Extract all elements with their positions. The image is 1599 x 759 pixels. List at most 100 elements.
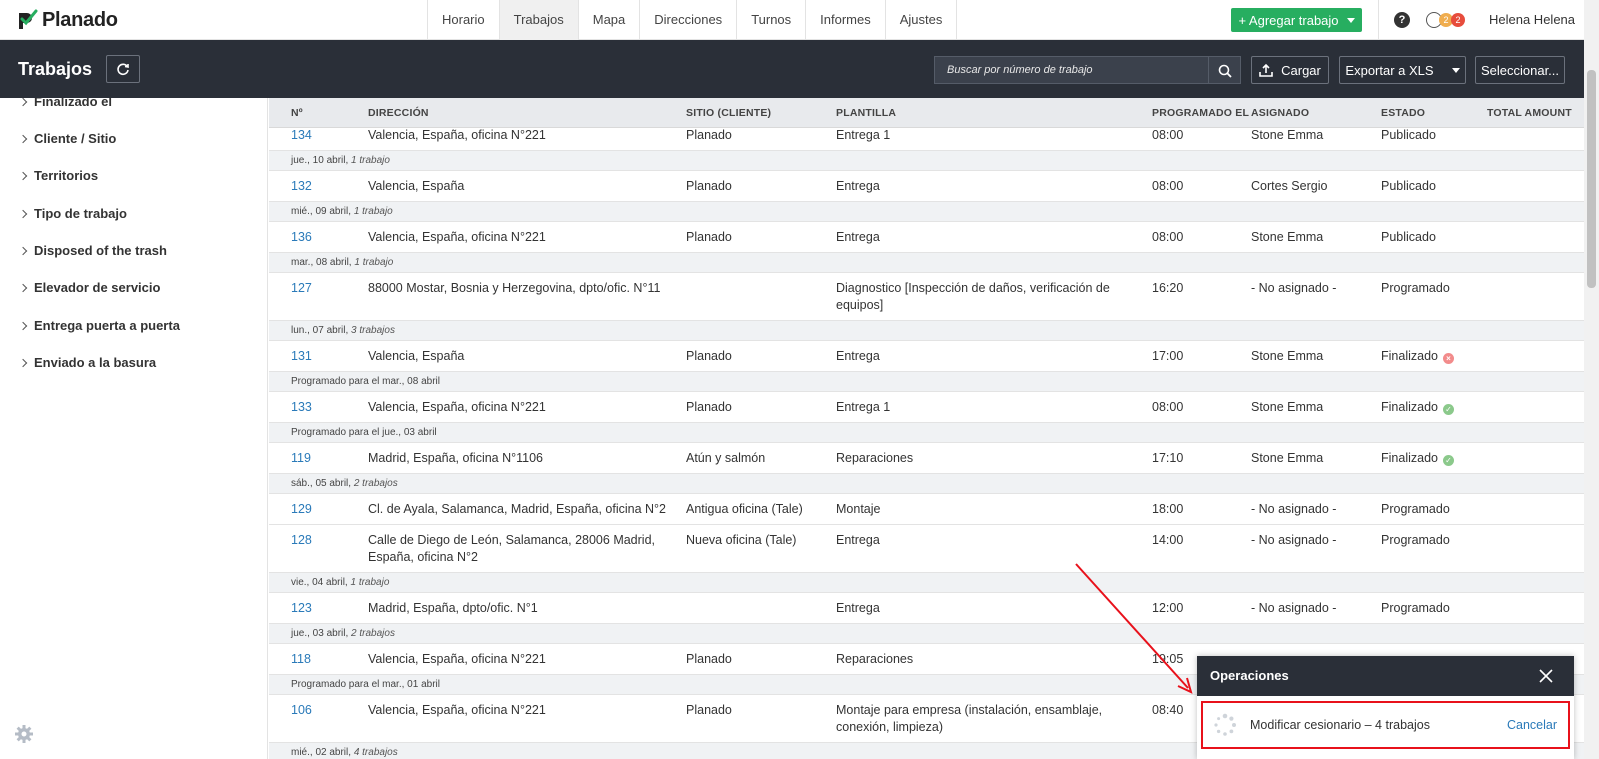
column-header[interactable]: ASIGNADO xyxy=(1251,98,1309,128)
tab-ajustes[interactable]: Ajustes xyxy=(886,0,958,40)
column-header[interactable]: PLANTILLA xyxy=(836,98,896,128)
site-cell-text: Planado xyxy=(686,400,732,414)
template-cell: Entrega xyxy=(836,178,1136,195)
page-scrollbar[interactable] xyxy=(1584,0,1599,759)
logo-icon xyxy=(19,9,38,29)
assignee-cell: Stone Emma xyxy=(1251,399,1371,416)
time-cell-text: 08:00 xyxy=(1152,179,1184,193)
address-cell-text: Cl. de Ayala, Salamanca, Madrid, España,… xyxy=(368,502,666,516)
scrollbar-thumb[interactable] xyxy=(1587,70,1596,288)
column-header[interactable]: SITIO (CLIENTE) xyxy=(686,98,771,128)
tab-turnos[interactable]: Turnos xyxy=(737,0,807,40)
job-number-link[interactable]: 129 xyxy=(291,501,361,518)
time-cell: 18:00 xyxy=(1152,501,1242,518)
user-menu[interactable]: Helena Helena xyxy=(1489,0,1575,40)
close-icon[interactable] xyxy=(1538,668,1554,684)
time-cell: 17:00 xyxy=(1152,348,1242,365)
refresh-button[interactable] xyxy=(106,55,140,83)
search-button[interactable] xyxy=(1209,56,1241,84)
gear-icon[interactable] xyxy=(14,724,34,744)
table-row[interactable]: 136 Valencia, España, oficina N°221 Planad… xyxy=(269,222,1584,253)
site-cell-text: Planado xyxy=(686,230,732,244)
table-row[interactable]: 134 Valencia, España, oficina N°221 Planad… xyxy=(269,128,1584,151)
chevron-down-icon xyxy=(1451,67,1460,73)
assignee-cell-text: Stone Emma xyxy=(1251,349,1324,363)
template-cell: Entrega xyxy=(836,600,1136,617)
column-header[interactable]: ESTADO xyxy=(1381,98,1425,128)
scheduled-note-row: Programado para el jue., 03 abril xyxy=(269,423,1584,443)
job-number-link[interactable]: 106 xyxy=(291,702,361,719)
sidebar-filter-item[interactable]: Territorios xyxy=(18,166,98,186)
job-number-link[interactable]: 134 xyxy=(291,128,361,144)
sidebar-filter-item[interactable]: Tipo de trabajo xyxy=(18,204,127,224)
status-cell-text: Programado xyxy=(1381,533,1450,547)
assignee-cell-text: - No asignado - xyxy=(1251,281,1337,295)
template-cell: Entrega xyxy=(836,229,1136,246)
template-cell: Reparaciones xyxy=(836,450,1136,467)
date-group-label: lun., 07 abril, 3 trabajos xyxy=(291,321,395,340)
template-cell-text: Montaje xyxy=(836,502,881,516)
sidebar-filter-item[interactable]: Finalizado el xyxy=(18,98,112,112)
assignee-cell-text: Cortes Sergio xyxy=(1251,179,1328,193)
job-number-link[interactable]: 131 xyxy=(291,348,361,365)
tab-direcciones[interactable]: Direcciones xyxy=(640,0,738,40)
tab-horario[interactable]: Horario xyxy=(428,0,500,40)
notifications-icon[interactable]: 2 2 xyxy=(1426,12,1468,28)
status-cell-text: Finalizado xyxy=(1381,349,1438,363)
job-number-link[interactable]: 123 xyxy=(291,600,361,617)
group-count: 1 trabajo xyxy=(354,257,394,268)
tab-mapa[interactable]: Mapa xyxy=(579,0,641,40)
group-date: sáb., 05 abril, xyxy=(291,478,352,489)
job-number-link[interactable]: 136 xyxy=(291,229,361,246)
address-cell: Valencia, España, oficina N°221 xyxy=(368,651,668,668)
column-header[interactable]: DIRECCIÓN xyxy=(368,98,429,128)
group-count: 3 trabajos xyxy=(351,325,395,336)
job-number-link[interactable]: 133 xyxy=(291,399,361,416)
column-header[interactable]: TOTAL AMOUNT xyxy=(1487,98,1572,128)
job-number-link[interactable]: 118 xyxy=(291,651,361,668)
planado-logo[interactable]: Planado xyxy=(16,8,118,32)
site-cell: Antigua oficina (Tale) xyxy=(686,501,826,518)
sidebar-filter-item[interactable]: Enviado a la basura xyxy=(18,353,156,373)
sidebar-filter-item[interactable]: Disposed of the trash xyxy=(18,241,167,261)
chevron-right-icon xyxy=(18,321,28,331)
table-row[interactable]: 119 Madrid, España, oficina N°1106 Atún y … xyxy=(269,443,1584,474)
sidebar-filter-item[interactable]: Entrega puerta a puerta xyxy=(18,316,180,336)
scheduled-note: Programado para el mar., 08 abril xyxy=(291,376,440,387)
time-cell-text: 17:00 xyxy=(1152,349,1184,363)
job-number-link[interactable]: 132 xyxy=(291,178,361,195)
job-number-link[interactable]: 127 xyxy=(291,280,361,297)
export-label: Exportar a XLS xyxy=(1345,62,1434,78)
add-job-button[interactable]: + Agregar trabajo xyxy=(1231,8,1362,32)
tab-informes[interactable]: Informes xyxy=(806,0,886,40)
date-group-row: jue., 03 abril, 2 trabajos xyxy=(269,624,1584,644)
column-header[interactable]: PROGRAMADO EL xyxy=(1152,98,1249,128)
status-cell: Finalizado ✓ xyxy=(1381,450,1481,467)
table-row[interactable]: 132 Valencia, España Planado Entrega 08:00 Co… xyxy=(269,171,1584,202)
column-header[interactable]: Nº xyxy=(291,98,303,128)
sidebar-filter-item[interactable]: Elevador de servicio xyxy=(18,278,160,298)
table-row[interactable]: 123 Madrid, España, dpto/ofic. N°1 Entrega… xyxy=(269,593,1584,624)
export-xls-button[interactable]: Exportar a XLS xyxy=(1339,56,1466,84)
search-input[interactable] xyxy=(934,56,1209,84)
table-row[interactable]: 131 Valencia, España Planado Entrega 17:00 St… xyxy=(269,341,1584,372)
sidebar-filter-item[interactable]: Cliente / Sitio xyxy=(18,129,116,149)
select-button[interactable]: Seleccionar... xyxy=(1475,56,1565,84)
job-number-link[interactable]: 128 xyxy=(291,532,361,549)
operation-item: Modificar cesionario – 4 trabajos Cancel… xyxy=(1201,701,1570,749)
assignee-cell: - No asignado - xyxy=(1251,532,1371,549)
cancel-operation-link[interactable]: Cancelar xyxy=(1507,703,1557,747)
table-row[interactable]: 133 Valencia, España, oficina N°221 Planad… xyxy=(269,392,1584,423)
date-group-row: sáb., 05 abril, 2 trabajos xyxy=(269,474,1584,494)
date-group-row: jue., 10 abril, 1 trabajo xyxy=(269,151,1584,171)
table-row[interactable]: 128 Calle de Diego de León, Salamanca, 28… xyxy=(269,525,1584,573)
time-cell: 08:00 xyxy=(1152,399,1242,416)
table-row[interactable]: 129 Cl. de Ayala, Salamanca, Madrid, Espa… xyxy=(269,494,1584,525)
site-cell: Planado xyxy=(686,229,826,246)
job-number-link[interactable]: 119 xyxy=(291,450,361,467)
template-cell-text: Reparaciones xyxy=(836,652,914,666)
help-icon[interactable]: ? xyxy=(1394,12,1410,28)
upload-button[interactable]: Cargar xyxy=(1251,56,1329,84)
table-row[interactable]: 127 88000 Mostar, Bosnia y Herzegovina, d… xyxy=(269,273,1584,321)
tab-trabajos[interactable]: Trabajos xyxy=(499,0,579,40)
